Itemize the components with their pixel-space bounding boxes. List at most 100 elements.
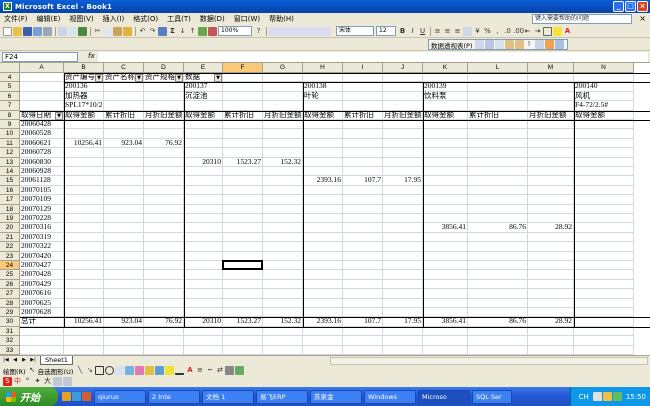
cell-j21[interactable] bbox=[383, 232, 423, 243]
cell-j6[interactable] bbox=[383, 91, 423, 102]
sort-ascending-icon[interactable]: ↓ bbox=[178, 27, 187, 36]
close-button[interactable]: × bbox=[637, 1, 648, 12]
cell-i13[interactable] bbox=[343, 157, 383, 167]
cell-c23[interactable] bbox=[104, 251, 144, 261]
zoom-select[interactable]: 100% bbox=[218, 26, 252, 36]
cell-c25[interactable] bbox=[104, 270, 144, 280]
cell-a31[interactable] bbox=[20, 326, 64, 337]
cell-n13[interactable] bbox=[574, 157, 634, 167]
wordart-icon[interactable] bbox=[125, 366, 135, 375]
cell-c22[interactable] bbox=[104, 242, 144, 252]
row-header-18[interactable]: 18 bbox=[0, 204, 20, 214]
include-hidden-icon[interactable] bbox=[534, 40, 544, 49]
cell-i33[interactable] bbox=[343, 345, 383, 355]
cell-n26[interactable] bbox=[574, 279, 634, 290]
sort-descending-icon[interactable]: ↑ bbox=[188, 27, 197, 36]
cell-d5[interactable] bbox=[144, 82, 184, 92]
cell-l13[interactable] bbox=[468, 157, 528, 167]
last-sheet-icon[interactable]: ▶| bbox=[29, 357, 37, 364]
cell-k32[interactable] bbox=[423, 336, 468, 346]
cell-f22[interactable] bbox=[223, 242, 263, 252]
cell-e26[interactable] bbox=[184, 279, 223, 290]
value-cell[interactable]: 86.76 bbox=[468, 223, 528, 233]
italic-icon[interactable]: I bbox=[408, 27, 417, 36]
cell-i24[interactable] bbox=[343, 261, 383, 271]
cell-k23[interactable] bbox=[423, 251, 468, 261]
ime-menu-icon[interactable] bbox=[63, 377, 72, 386]
cell-b9[interactable] bbox=[64, 120, 104, 130]
value-cell[interactable]: 152.32 bbox=[263, 157, 303, 167]
toolbar-options-handle[interactable] bbox=[269, 26, 331, 36]
currency-icon[interactable]: ¥ bbox=[473, 27, 482, 36]
column-header-g[interactable]: G bbox=[263, 63, 303, 73]
quicklaunch-ie-icon[interactable] bbox=[62, 392, 71, 401]
cell-m31[interactable] bbox=[528, 326, 574, 337]
cell-e22[interactable] bbox=[184, 242, 223, 252]
cell-i25[interactable] bbox=[343, 270, 383, 280]
cell-m22[interactable] bbox=[528, 242, 574, 252]
cell-d14[interactable] bbox=[144, 167, 184, 177]
cell-i32[interactable] bbox=[343, 336, 383, 346]
row-header-10[interactable]: 10 bbox=[0, 129, 20, 139]
cell-d16[interactable] bbox=[144, 185, 184, 196]
field-settings-icon[interactable] bbox=[544, 40, 554, 49]
cell-e10[interactable] bbox=[184, 129, 223, 139]
fill-color-icon[interactable] bbox=[553, 26, 562, 36]
measure-header[interactable]: 月折旧金额 bbox=[528, 110, 574, 120]
row-header-25[interactable]: 25 bbox=[0, 270, 20, 280]
cell-f5[interactable] bbox=[223, 82, 263, 92]
field-dropdown-icon[interactable]: ▼ bbox=[55, 111, 63, 120]
cell-g21[interactable] bbox=[263, 232, 303, 243]
cell-b12[interactable] bbox=[64, 148, 104, 158]
cell-f28[interactable] bbox=[223, 298, 263, 308]
cell-b16[interactable] bbox=[64, 185, 104, 196]
row-header-17[interactable]: 17 bbox=[0, 195, 20, 205]
cell-g4[interactable] bbox=[263, 73, 303, 83]
cell-i20[interactable] bbox=[343, 223, 383, 233]
row-header-4[interactable]: 4 bbox=[0, 73, 20, 83]
cell-l22[interactable] bbox=[468, 242, 528, 252]
value-cell[interactable]: 923.04 bbox=[104, 138, 144, 149]
taskbar-item[interactable]: 文档 1 bbox=[202, 389, 254, 404]
cell-k25[interactable] bbox=[423, 270, 468, 280]
grand-total-value[interactable]: 86.76 bbox=[468, 317, 528, 327]
email-icon[interactable] bbox=[43, 26, 52, 36]
column-header-l[interactable]: L bbox=[468, 63, 528, 73]
arrow-icon[interactable]: ↘ bbox=[85, 366, 94, 375]
cell-l32[interactable] bbox=[468, 336, 528, 346]
decrease-indent-icon[interactable]: ⇤ bbox=[523, 27, 532, 36]
cell-n18[interactable] bbox=[574, 204, 634, 214]
cell-l31[interactable] bbox=[468, 326, 528, 337]
cell-h11[interactable] bbox=[303, 138, 343, 149]
tray-volume-icon[interactable] bbox=[602, 392, 612, 401]
cell-n29[interactable] bbox=[574, 308, 634, 318]
value-cell[interactable]: 17.95 bbox=[383, 176, 423, 186]
tray-language[interactable]: CH bbox=[579, 393, 589, 401]
cell-e20[interactable] bbox=[184, 223, 223, 233]
row-header-16[interactable]: 16 bbox=[0, 185, 20, 196]
name-box[interactable]: F24 bbox=[2, 52, 78, 62]
cell-j33[interactable] bbox=[383, 345, 423, 355]
row-header-12[interactable]: 12 bbox=[0, 148, 20, 158]
cell-j24[interactable] bbox=[383, 261, 423, 271]
cell-k28[interactable] bbox=[423, 298, 468, 308]
cell-l24[interactable] bbox=[468, 261, 528, 271]
cell-d6[interactable] bbox=[144, 91, 184, 102]
cell-i22[interactable] bbox=[343, 242, 383, 252]
cell-g24[interactable] bbox=[263, 261, 303, 271]
insert-function-icon[interactable]: fx bbox=[88, 52, 95, 60]
column-header-h[interactable]: H bbox=[303, 63, 343, 73]
cell-l16[interactable] bbox=[468, 185, 528, 196]
next-sheet-icon[interactable]: ▶ bbox=[20, 357, 28, 364]
cell-l21[interactable] bbox=[468, 232, 528, 243]
chart-wizard-icon[interactable] bbox=[198, 26, 207, 36]
cell-b28[interactable] bbox=[64, 298, 104, 308]
merge-center-icon[interactable] bbox=[463, 26, 472, 36]
cell-l4[interactable] bbox=[468, 73, 528, 83]
cell-h24[interactable] bbox=[303, 261, 343, 271]
field-list-icon[interactable] bbox=[554, 40, 564, 49]
cell-d26[interactable] bbox=[144, 279, 184, 290]
cell-i17[interactable] bbox=[343, 195, 383, 205]
align-right-icon[interactable]: ≡ bbox=[453, 27, 462, 36]
grand-total-value[interactable]: 20310 bbox=[184, 317, 223, 327]
